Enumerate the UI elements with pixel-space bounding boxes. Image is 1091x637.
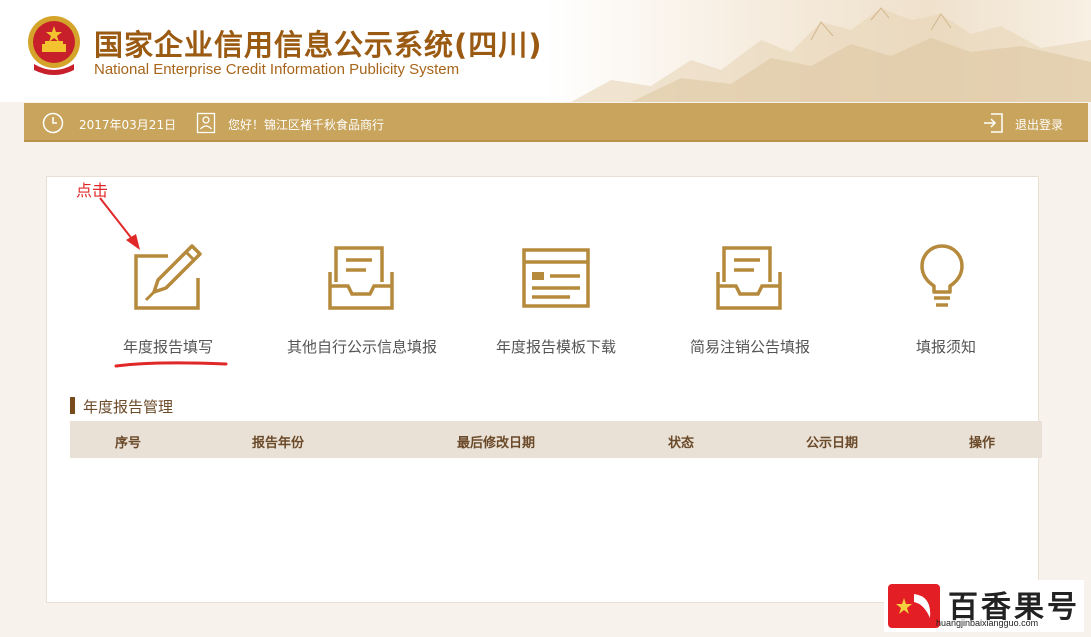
template-window-icon <box>522 248 590 308</box>
tile-annual-report-fill[interactable]: 年度报告填写 <box>100 236 236 366</box>
column-header-report-year: 报告年份 <box>251 436 305 451</box>
inbox-tray-icon <box>716 246 782 310</box>
column-header-index: 序号 <box>114 436 142 451</box>
user-icon <box>196 112 216 134</box>
tile-label: 年度报告填写 <box>122 338 213 356</box>
section-title-text: 年度报告管理 <box>83 398 174 416</box>
site-title: 国家企业信用信息公示系统(四川) <box>94 28 543 62</box>
tile-label: 其他自行公示信息填报 <box>286 338 437 356</box>
inbox-tray-icon <box>328 246 394 310</box>
tile-label: 年度报告模板下载 <box>495 338 616 356</box>
site-header: 国家企业信用信息公示系统(四川) National Enterprise Cre… <box>0 0 1091 102</box>
table-header: 序号 报告年份 最后修改日期 状态 公示日期 操作 <box>70 421 1042 458</box>
logout-link[interactable]: 退出登录 <box>1015 116 1063 133</box>
tile-simple-deregistration-fill[interactable]: 简易注销公告填报 <box>682 236 818 366</box>
clock-icon <box>42 112 64 134</box>
star-swoosh-icon <box>896 594 931 618</box>
tile-label: 简易注销公告填报 <box>689 338 810 356</box>
column-header-status: 状态 <box>667 436 695 451</box>
watermark-url: huangjinbaixiangguo.com <box>936 618 1039 628</box>
site-subtitle: National Enterprise Credit Information P… <box>94 61 460 78</box>
section-title: 年度报告管理 <box>70 396 173 417</box>
watermark-badge: 百香果号 huangjinbaixiangguo.com <box>884 580 1084 632</box>
user-info-bar: 2017年03月21日 您好！锦江区褚千秋食品商行 退出登录 <box>24 103 1088 142</box>
tile-template-download[interactable]: 年度报告模板下载 <box>488 236 624 366</box>
logout-icon[interactable] <box>982 112 1004 134</box>
mountain-background-image <box>571 7 1091 102</box>
tile-other-disclosure-fill[interactable]: 其他自行公示信息填报 <box>282 236 442 366</box>
watermark-logo-icon <box>888 584 940 628</box>
lightbulb-icon <box>920 244 964 307</box>
column-header-actions: 操作 <box>968 436 996 451</box>
user-greeting: 您好！锦江区褚千秋食品商行 <box>228 118 385 132</box>
annotation-underline <box>114 361 228 368</box>
column-header-publish-date: 公示日期 <box>805 436 859 451</box>
current-date: 2017年03月21日 <box>79 118 177 132</box>
national-emblem-icon <box>28 16 80 75</box>
edit-pencil-icon <box>134 244 202 310</box>
tile-label: 填报须知 <box>915 338 976 356</box>
tile-filing-instructions[interactable]: 填报须知 <box>894 236 998 366</box>
column-header-last-modified: 最后修改日期 <box>456 436 536 451</box>
